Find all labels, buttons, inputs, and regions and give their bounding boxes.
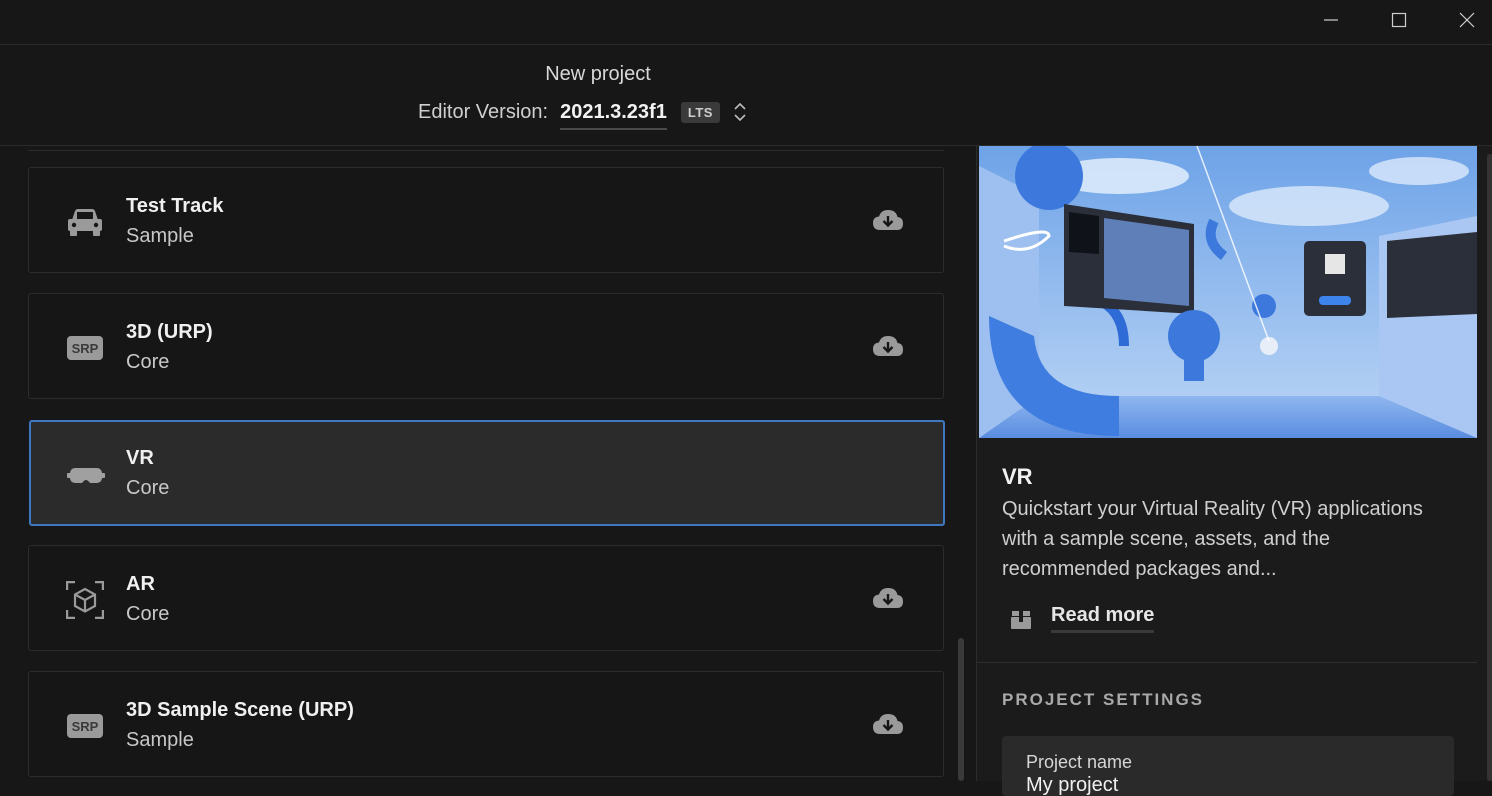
template-card-3d-urp[interactable]: SRP 3D (URP) Core: [28, 293, 944, 399]
template-card-3d-sample-scene-urp[interactable]: SRP 3D Sample Scene (URP) Sample: [28, 671, 944, 777]
srp-icon: SRP: [65, 706, 105, 746]
car-icon: [65, 202, 105, 242]
chevron-up-down-icon: [734, 102, 746, 122]
section-divider: [977, 662, 1477, 663]
project-name-field[interactable]: Project name: [1002, 736, 1454, 796]
editor-version-label: Editor Version:: [418, 100, 549, 123]
cloud-download-icon[interactable]: [871, 208, 905, 234]
srp-icon: SRP: [65, 328, 105, 368]
editor-version-select[interactable]: 2021.3.23f1: [560, 101, 667, 130]
template-list-scrollbar[interactable]: [958, 638, 964, 781]
template-card-test-track[interactable]: Test Track Sample: [28, 167, 944, 273]
template-card-ar[interactable]: AR Core: [28, 545, 944, 651]
previous-card-edge: [28, 146, 944, 151]
page-title: New project: [545, 63, 651, 85]
template-name: Test Track: [126, 195, 224, 217]
window-titlebar: [0, 0, 1492, 45]
close-icon: [1459, 12, 1475, 28]
project-settings-heading: PROJECT SETTINGS: [1002, 690, 1205, 709]
template-category: Sample: [126, 729, 194, 751]
project-name-input[interactable]: [1026, 774, 1426, 796]
cloud-download-icon[interactable]: [871, 586, 905, 612]
template-details-panel: VR Quickstart your Virtual Reality (VR) …: [976, 146, 1492, 796]
template-preview-image: [979, 146, 1477, 438]
details-panel-scrollbar[interactable]: [1487, 154, 1492, 781]
ar-cube-icon: [65, 580, 105, 620]
cloud-download-icon[interactable]: [871, 712, 905, 738]
dialog-header: New project Editor Version: 2021.3.23f1 …: [0, 45, 1492, 146]
minimize-button[interactable]: [1308, 0, 1354, 40]
template-name: 3D Sample Scene (URP): [126, 699, 354, 721]
version-stepper[interactable]: [732, 98, 748, 126]
cloud-download-icon[interactable]: [871, 334, 905, 360]
template-category: Core: [126, 603, 170, 625]
minimize-icon: [1324, 19, 1338, 21]
read-more-label: Read more: [1051, 604, 1155, 633]
template-details-title: VR: [1002, 464, 1033, 489]
editor-version-row: Editor Version: 2021.3.23f1 LTS: [418, 95, 748, 130]
template-category: Core: [126, 477, 170, 499]
svg-text:SRP: SRP: [72, 719, 99, 734]
close-button[interactable]: [1444, 0, 1490, 40]
template-description: Quickstart your Virtual Reality (VR) app…: [1002, 498, 1423, 580]
template-name: AR: [126, 573, 155, 595]
maximize-button[interactable]: [1376, 0, 1422, 40]
template-list: Test Track Sample SRP 3D (URP) Core VR C…: [0, 146, 976, 781]
template-category: Sample: [126, 225, 194, 247]
template-name: 3D (URP): [126, 321, 213, 343]
svg-text:SRP: SRP: [72, 341, 99, 356]
template-card-vr[interactable]: VR Core: [29, 420, 945, 526]
template-category: Core: [126, 351, 170, 373]
maximize-icon: [1391, 12, 1407, 28]
template-name: VR: [126, 447, 154, 469]
lts-badge: LTS: [680, 101, 720, 123]
vr-headset-icon: [66, 455, 106, 495]
read-more-link[interactable]: Read more: [1009, 604, 1155, 633]
package-icon: [1011, 610, 1031, 629]
project-name-label: Project name: [1026, 752, 1133, 772]
